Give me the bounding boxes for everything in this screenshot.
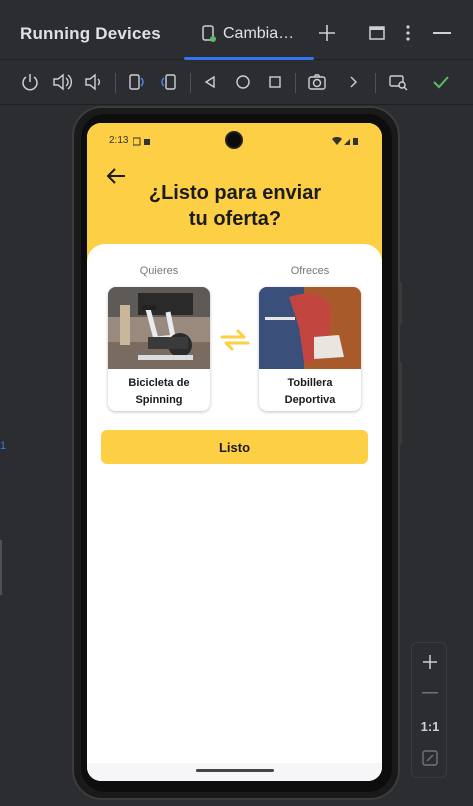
zoom-out-button[interactable]: [412, 678, 448, 708]
zoom-out-icon: [422, 692, 438, 694]
rotate-right-icon[interactable]: [158, 71, 180, 93]
status-signal-battery-icons: [332, 137, 358, 145]
status-time: 2:13: [109, 135, 129, 146]
more-vertical-icon[interactable]: [405, 25, 411, 41]
tab-selected-indicator: [184, 57, 314, 60]
zoom-in-icon: [423, 655, 437, 669]
fit-screen-button[interactable]: [412, 743, 448, 773]
zoom-controls: 1:1: [411, 642, 447, 778]
window-icon[interactable]: [369, 26, 385, 40]
gesture-home-bar[interactable]: [196, 769, 274, 772]
tool-window-title: Running Devices: [20, 24, 161, 43]
running-devices-panel: Running Devices Cambia… 1: [0, 0, 473, 806]
want-product-name: Bicicleta de Spinning: [128, 377, 190, 406]
tool-window-header: Running Devices Cambia…: [0, 0, 473, 60]
device-screen[interactable]: 2:13 ¿Listo para enviar tu oferta? Quier…: [87, 123, 382, 781]
confirm-button[interactable]: Listo: [101, 430, 368, 464]
overview-icon[interactable]: [264, 71, 286, 93]
back-arrow-icon[interactable]: [105, 165, 127, 187]
want-product-card[interactable]: Bicicleta de Spinning: [108, 287, 210, 411]
toolbar-divider: [115, 73, 116, 93]
offer-product-name: Tobillera Deportiva: [284, 377, 336, 406]
toolbar-divider: [295, 73, 296, 93]
device-icon: [202, 25, 216, 42]
volume-up-icon[interactable]: [51, 71, 73, 93]
chevron-right-icon[interactable]: [342, 71, 364, 93]
status-notification-icons: [133, 137, 150, 146]
device-volume-button: [398, 362, 402, 444]
want-label: Quieres: [139, 265, 179, 277]
camera-icon[interactable]: [306, 71, 328, 93]
offer-label: Ofreces: [290, 265, 330, 277]
page-title-line1: ¿Listo para enviar: [148, 182, 322, 204]
actual-size-button[interactable]: 1:1: [412, 711, 448, 741]
offer-product-card[interactable]: Tobillera Deportiva: [259, 287, 361, 411]
volume-down-icon[interactable]: [82, 71, 104, 93]
page-title-line2: tu oferta?: [188, 208, 282, 230]
device-tab-label: Cambia…: [223, 25, 295, 42]
check-icon[interactable]: [430, 71, 452, 93]
toolbar-divider: [190, 73, 191, 93]
system-nav-bar: [87, 763, 382, 781]
toolbar-divider: [375, 73, 376, 93]
ankle-brace-image: [259, 287, 361, 369]
rotate-left-icon[interactable]: [125, 71, 147, 93]
minimize-icon[interactable]: [433, 32, 451, 34]
fit-screen-icon: [422, 750, 438, 766]
front-camera: [225, 131, 243, 149]
spinning-bike-image: [108, 287, 210, 369]
device-mirror-icon[interactable]: [387, 71, 409, 93]
back-icon[interactable]: [199, 71, 221, 93]
device-toolbar: [0, 61, 473, 105]
page-title: ¿Listo para enviar tu oferta?: [135, 180, 335, 232]
add-icon[interactable]: [318, 24, 336, 42]
home-icon[interactable]: [232, 71, 254, 93]
zoom-in-button[interactable]: [412, 647, 448, 677]
power-icon[interactable]: [19, 71, 41, 93]
gutter-marker: 1: [0, 440, 6, 456]
swap-arrows-icon: [220, 329, 250, 351]
device-tab[interactable]: Cambia…: [184, 0, 314, 60]
device-side-button: [398, 282, 402, 324]
gutter-scrollbar[interactable]: [0, 540, 2, 595]
